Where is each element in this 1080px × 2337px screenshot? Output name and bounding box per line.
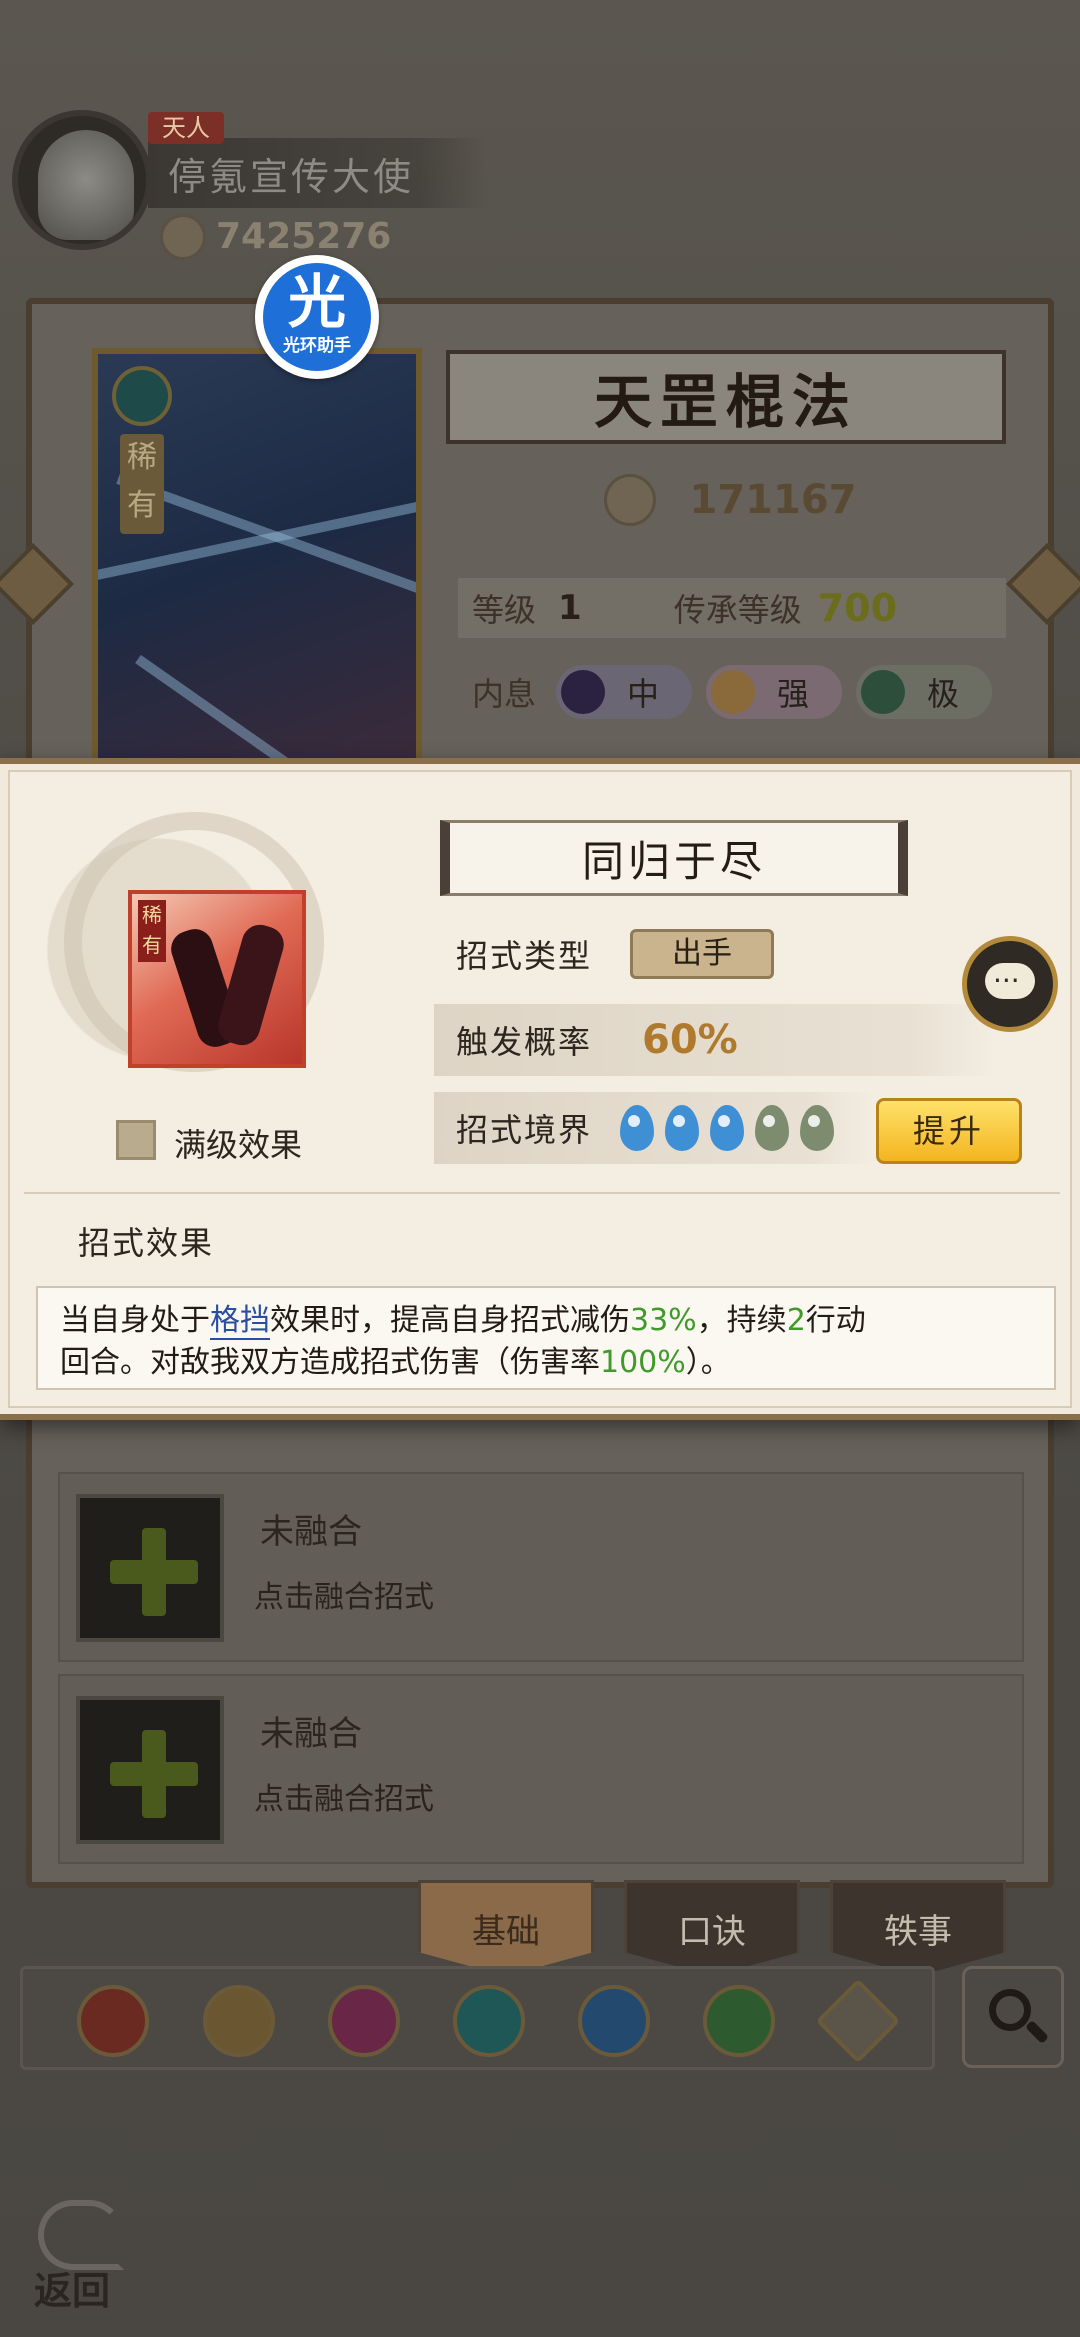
helper-logo-glyph: 光: [287, 268, 346, 336]
sun-icon: [711, 670, 756, 714]
effect-description: 当自身处于格挡效果时，提高自身招式减伤33%，持续2行动 回合。对敌我双方造成招式…: [36, 1286, 1056, 1390]
type-row: 招式类型 出手: [434, 918, 994, 990]
realm-row: 招式境界: [434, 1092, 874, 1164]
search-icon: [989, 1989, 1031, 2031]
dagger-icon[interactable]: [203, 1985, 275, 2057]
rank-badge: 天人: [148, 112, 224, 144]
chat-button[interactable]: ···: [962, 936, 1058, 1032]
back-button[interactable]: 返回: [28, 2200, 138, 2313]
power-icon: [160, 214, 206, 260]
sword-icon[interactable]: [77, 1985, 149, 2057]
realm-drop-filled-icon: [710, 1105, 745, 1151]
max-level-label: 满级效果: [174, 1126, 303, 1164]
realm-drop-filled-icon: [620, 1105, 655, 1151]
skill-title: 天罡棍法: [593, 368, 858, 436]
search-button[interactable]: [962, 1966, 1064, 2068]
yinyang-icon[interactable]: [578, 1985, 650, 2057]
fan-emblem-icon: [112, 366, 172, 426]
skill-card-art: 稀有: [92, 348, 422, 768]
realm-level-indicator: [620, 1105, 845, 1151]
back-label: 返回: [34, 2268, 111, 2313]
skill-title-frame: 天罡棍法: [446, 350, 1006, 444]
card-rarity-tag: 稀有: [120, 434, 164, 534]
skill-power-icon: [603, 474, 656, 526]
level-value: 1: [558, 588, 582, 628]
popup-title: 同归于尽: [581, 836, 766, 886]
hidden-weapon-icon[interactable]: [703, 1985, 775, 2057]
fusion-title: 未融合: [260, 1512, 362, 1552]
fusion-add-box: [76, 1696, 224, 1844]
player-avatar[interactable]: [12, 110, 152, 250]
neixi-label: 内息: [472, 675, 537, 713]
helper-overlay-button[interactable]: 光 光环助手: [255, 255, 379, 379]
skill-icon-rarity: 稀有: [138, 900, 166, 962]
skill-detail-popup: 稀有 满级效果 同归于尽 招式类型 出手 触发概率 60% 招式境界 提升 ··…: [0, 758, 1080, 1420]
duration-value: 2: [786, 1303, 806, 1338]
player-power: 7425276: [216, 216, 392, 257]
crescent-icon: [861, 670, 906, 714]
max-level-checkbox[interactable]: [116, 1120, 156, 1160]
realm-drop-empty-icon: [800, 1105, 835, 1151]
fist-icon[interactable]: [328, 1985, 400, 2057]
skill-power-value: 171167: [689, 477, 857, 523]
inherit-level-label: 传承等级: [673, 591, 802, 629]
category-filter-bar: [20, 1966, 935, 2070]
realm-drop-empty-icon: [755, 1105, 790, 1151]
rate-value: 60%: [642, 1017, 738, 1063]
fusion-title: 未融合: [260, 1714, 362, 1754]
skill-power-row: 171167: [520, 465, 940, 535]
fusion-add-box: [76, 1494, 224, 1642]
divider: [24, 1192, 1060, 1194]
rate-label: 触发概率: [456, 1023, 593, 1061]
popup-title-frame: 同归于尽: [440, 820, 908, 896]
helper-label: 光环助手: [283, 336, 351, 356]
level-row: 等级 1 传承等级 700: [458, 578, 1006, 638]
damage-reduction-value: 33%: [630, 1303, 697, 1338]
neixi-option-medium[interactable]: 中: [556, 665, 693, 719]
avatar-portrait: [38, 130, 134, 240]
fusion-subtitle: 点击融合招式: [254, 1580, 434, 1615]
fan-icon[interactable]: [453, 1985, 525, 2057]
type-tag: 出手: [630, 929, 775, 979]
rate-row: 触发概率 60%: [434, 1004, 994, 1076]
effect-header: 招式效果: [78, 1224, 215, 1262]
inherit-level-value: 700: [817, 586, 898, 630]
realm-drop-filled-icon: [665, 1105, 700, 1151]
misc-icon[interactable]: [815, 1978, 901, 2064]
fusion-slot[interactable]: 未融合 点击融合招式: [58, 1674, 1024, 1864]
type-label: 招式类型: [456, 937, 593, 975]
fusion-slot[interactable]: 未融合 点击融合招式: [58, 1472, 1024, 1662]
neixi-option-strong[interactable]: 强: [706, 665, 843, 719]
player-name: 停氪宣传大使: [168, 155, 415, 199]
neixi-row: 内息 中 强 极: [458, 662, 1006, 722]
level-label: 等级: [472, 591, 537, 629]
fusion-subtitle: 点击融合招式: [254, 1782, 434, 1817]
block-status-link[interactable]: 格挡: [210, 1303, 270, 1340]
moon-icon: [561, 670, 606, 714]
upgrade-button[interactable]: 提升: [876, 1098, 1022, 1164]
skill-icon: 稀有: [128, 890, 306, 1068]
neixi-option-extreme[interactable]: 极: [856, 665, 993, 719]
realm-label: 招式境界: [456, 1111, 593, 1149]
damage-rate-value: 100%: [600, 1345, 686, 1380]
